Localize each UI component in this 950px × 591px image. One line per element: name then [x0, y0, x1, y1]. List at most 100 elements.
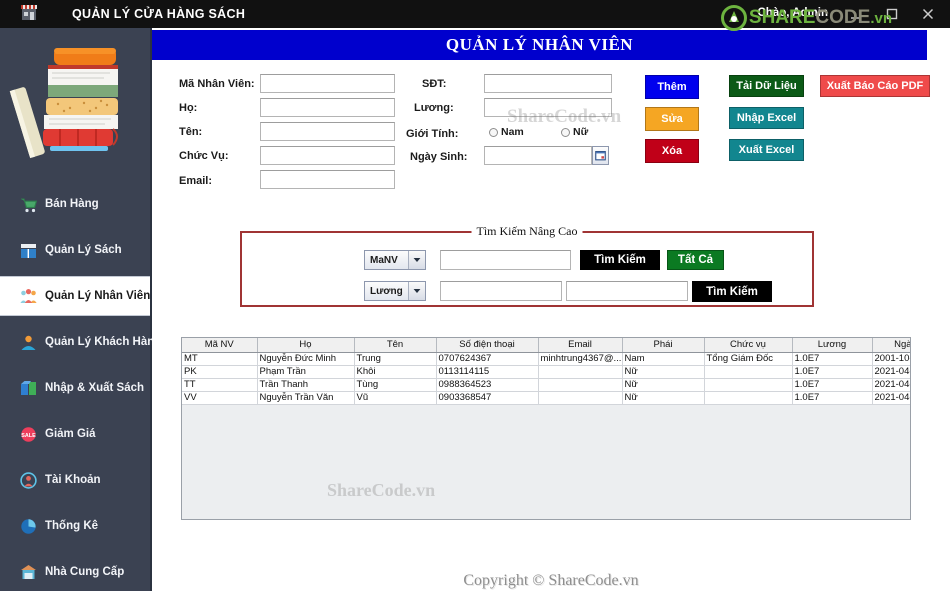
table-cell: 1.0E7 [792, 365, 873, 379]
table-cell: Nữ [622, 365, 705, 379]
tai-du-lieu-button[interactable]: Tải Dữ Liệu [729, 75, 804, 97]
calendar-icon[interactable] [592, 146, 609, 165]
table-cell: Tổng Giám Đốc [704, 352, 793, 366]
table-column-header[interactable]: Lương [792, 338, 873, 353]
ho-label: Họ: [179, 102, 198, 114]
sidebar-item-quan-ly-sach[interactable]: Quản Lý Sách [0, 230, 150, 270]
sidebar-item-thong-ke[interactable]: Thống Kê [0, 506, 150, 546]
ma-nhan-vien-input[interactable] [260, 74, 395, 93]
store-icon [18, 3, 40, 25]
search-range-to-input[interactable] [566, 281, 688, 301]
email-input[interactable] [260, 170, 395, 189]
table-cell: Phạm Trần [257, 365, 355, 379]
sidebar-item-quan-ly-nhan-vien[interactable]: Quản Lý Nhân Viên [0, 276, 150, 316]
ten-label: Tên: [179, 126, 203, 138]
chuc-vu-label: Chức Vụ: [179, 150, 229, 162]
table-column-header[interactable]: Phái [622, 338, 705, 353]
ngay-sinh-input[interactable] [484, 146, 592, 165]
sidebar-item-nha-cung-cap[interactable]: Nhà Cung Cấp [0, 552, 150, 591]
table-cell: 0988364523 [436, 378, 539, 392]
sidebar-item-ban-hang[interactable]: Bán Hàng [0, 184, 150, 224]
sidebar-item-label: Quản Lý Khách Hàng [45, 336, 162, 348]
table-row[interactable]: TT Trần Thanh Tùng 0988364523 Nữ 1.0E7 2021-04… [182, 378, 910, 392]
table-cell: Vũ [354, 391, 437, 405]
table-header-row: Mã NV Họ Tên Số điện thoại Email Phái Chức vụ L… [182, 338, 910, 353]
book-shelf-icon [18, 240, 38, 260]
sua-button[interactable]: Sửa [645, 107, 699, 131]
sidebar-item-nhap-xuat-sach[interactable]: Nhập & Xuất Sách [0, 368, 150, 408]
table-cell: 1.0E7 [792, 391, 873, 405]
sidebar-item-giam-gia[interactable]: SALE Giảm Giá [0, 414, 150, 454]
employees-icon [18, 286, 38, 306]
close-icon[interactable] [912, 1, 944, 27]
page-title: QUẢN LÝ NHÂN VIÊN [152, 30, 927, 60]
greeting-label: Chào, Admin [757, 7, 829, 19]
table-row[interactable]: VV Nguyễn Trần Văn Vũ 0903368547 Nữ 1.0E7 2021… [182, 391, 910, 405]
table-column-header[interactable]: Chức vụ [704, 338, 793, 353]
nhap-excel-button[interactable]: Nhập Excel [729, 107, 804, 129]
table-cell: 2021-04-25 [872, 391, 910, 405]
table-cell [704, 378, 793, 392]
search-field-select-1[interactable]: MaNV [364, 250, 426, 270]
them-button[interactable]: Thêm [645, 75, 699, 99]
sale-tag-icon: SALE [18, 424, 38, 444]
search-range-from-input[interactable] [440, 281, 562, 301]
tat-ca-button[interactable]: Tất Cả [667, 250, 724, 270]
tim-kiem-button-1[interactable]: Tìm Kiếm [580, 250, 660, 270]
sidebar-item-label: Nhập & Xuất Sách [45, 382, 145, 394]
luong-input[interactable] [484, 98, 612, 117]
xoa-button[interactable]: Xóa [645, 139, 699, 163]
table-cell: 2021-04-25 [872, 378, 910, 392]
gender-radio-nam[interactable]: Nam [489, 126, 524, 138]
xuat-excel-button[interactable]: Xuất Excel [729, 139, 804, 161]
table-row[interactable]: MT Nguyễn Đức Minh Trung 0707624367 minhtrun… [182, 352, 910, 366]
sidebar: Bán Hàng Quản Lý Sách Quản Lý Nhân Viên … [0, 28, 161, 591]
sidebar-item-quan-ly-khach-hang[interactable]: Quản Lý Khách Hàng [0, 322, 161, 362]
sidebar-item-label: Bán Hàng [45, 198, 99, 210]
table-column-header[interactable]: Mã NV [182, 338, 258, 353]
employee-grid: Mã NV Họ Tên Số điện thoại Email Phái Chức vụ L… [182, 338, 910, 405]
radio-circle [489, 127, 498, 137]
table-cell: 2021-04-25 [872, 365, 910, 379]
xuat-bao-cao-pdf-button[interactable]: Xuất Báo Cáo PDF [820, 75, 930, 97]
table-cell: Tùng [354, 378, 437, 392]
table-column-header[interactable]: Ngày sinh [872, 338, 910, 353]
luong-label: Lương: [414, 102, 454, 114]
table-column-header[interactable]: Số điện thoại [436, 338, 539, 353]
table-cell: MT [182, 352, 258, 366]
table-cell: TT [182, 378, 258, 392]
supplier-icon [18, 562, 38, 582]
sdt-input[interactable] [484, 74, 612, 93]
minimize-icon[interactable] [840, 1, 872, 27]
email-label: Email: [179, 175, 213, 187]
employee-table[interactable]: Mã NV Họ Tên Số điện thoại Email Phái Chức vụ L… [181, 337, 911, 520]
table-cell: PK [182, 365, 258, 379]
search-field-select-2[interactable]: Lương [364, 281, 426, 301]
watermark-table: ShareCode.vn [327, 480, 436, 500]
tim-kiem-button-2[interactable]: Tìm Kiếm [692, 281, 772, 302]
ho-input[interactable] [260, 98, 395, 117]
search-keyword-input-1[interactable] [440, 250, 571, 270]
sidebar-menu: Bán Hàng Quản Lý Sách Quản Lý Nhân Viên … [0, 184, 161, 591]
table-cell: Trần Thanh [257, 378, 355, 392]
table-cell [704, 391, 793, 405]
advanced-search-legend: Tìm Kiếm Nâng Cao [471, 224, 583, 239]
gioi-tinh-label: Giới Tính: [406, 128, 459, 140]
table-cell: Nguyễn Đức Minh [257, 352, 355, 366]
maximize-icon[interactable] [876, 1, 908, 27]
table-cell [704, 365, 793, 379]
ten-input[interactable] [260, 122, 395, 141]
table-cell: Khôi [354, 365, 437, 379]
sdt-label: SĐT: [422, 78, 447, 90]
table-cell: Nguyễn Trần Văn [257, 391, 355, 405]
table-column-header[interactable]: Tên [354, 338, 437, 353]
sidebar-item-label: Tài Khoản [45, 474, 101, 486]
table-cell: 1.0E7 [792, 378, 873, 392]
table-row[interactable]: PKPhạm TrầnKhôi0113114115 Nữ 1.0E72021-04-… [182, 365, 910, 379]
table-column-header[interactable]: Họ [257, 338, 355, 353]
chuc-vu-input[interactable] [260, 146, 395, 165]
table-column-header[interactable]: Email [538, 338, 623, 353]
gender-radio-nu[interactable]: Nữ [561, 126, 588, 138]
sidebar-item-tai-khoan[interactable]: Tài Khoản [0, 460, 150, 500]
chevron-down-icon [408, 282, 425, 300]
